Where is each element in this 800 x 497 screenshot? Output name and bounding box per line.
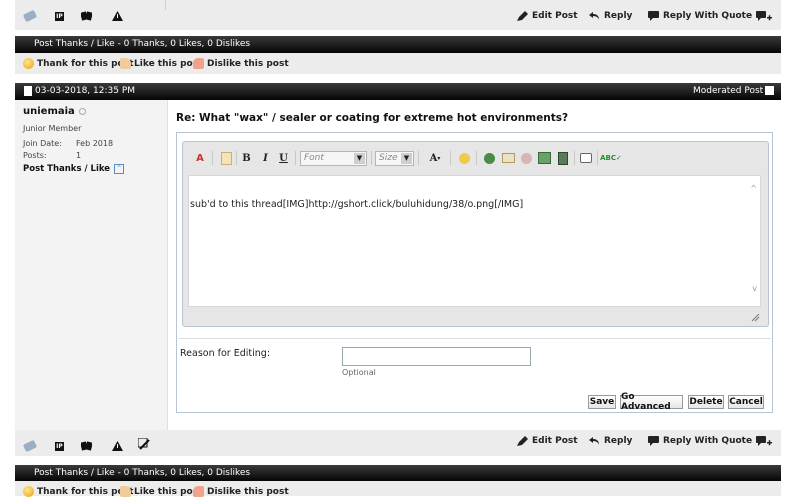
insert-email-icon[interactable] [500,150,516,166]
reply-with-quote-button[interactable]: Reply With Quote [648,436,752,446]
editor-content: sub'd to this thread[IMG]http://gshort.c… [190,199,524,210]
dislike-post-button-2[interactable]: Dislike this post [193,486,289,497]
user-thanks-link[interactable]: Post Thanks / Like ^ [23,164,125,174]
size-dropdown-arrow[interactable]: ▼ [401,153,412,164]
multi-quote-icon[interactable] [756,436,772,448]
pencil-icon [517,436,528,446]
thumbs-down-icon [193,486,204,497]
edit-post-label: Edit Post [532,11,578,21]
offline-status-icon [78,108,86,115]
bold-button[interactable]: B [240,150,253,166]
thanks-summary-text-2: Post Thanks / Like - 0 Thanks, 0 Likes, … [34,468,251,478]
resize-handle-icon[interactable] [751,313,760,322]
reply-arrow-icon [589,12,599,20]
reason-for-editing-input[interactable] [342,347,531,366]
post-title: Re: What "wax" / sealer or coating for e… [176,112,569,124]
thanks-summary-bar: Post Thanks / Like - 0 Thanks, 0 Likes, … [15,36,781,53]
posts-label: Posts: [23,151,47,160]
moderate-post-icon[interactable] [137,437,150,450]
insert-video-icon[interactable] [555,150,571,166]
top-reply-with-quote-button[interactable]: Reply With Quote [648,11,752,21]
thank-post-button-2[interactable]: Thank for this post [23,486,133,497]
reply-label: Reply [604,11,633,21]
post-time: 12:35 PM [93,86,136,96]
thank-post-button[interactable]: Thank for this post [23,58,133,69]
quote-bubble-icon [648,436,659,446]
like-post-button[interactable]: Like this post [120,58,202,69]
spellcheck-icon[interactable]: ABC✓ [600,150,622,166]
user-info-sidebar: uniemaia Junior Member Join Date: Feb 20… [15,100,168,430]
scroll-up-icon[interactable]: ^ [750,184,757,193]
post-date: 03-03-2018, 12:35 PM [35,86,136,96]
smilies-icon[interactable] [456,150,472,166]
multi-quote-icon[interactable] [756,11,772,23]
underline-button[interactable]: U [277,150,290,166]
thumbs-up-icon [120,486,131,497]
scroll-down-icon[interactable]: v [752,284,757,293]
expand-arrow-icon[interactable]: ^ [114,164,125,174]
text-color-button[interactable]: A ▾ [424,150,446,166]
reply-label: Reply [604,436,633,446]
username-link[interactable]: uniemaia [23,106,75,117]
pencil-icon [517,11,528,21]
warning-icon[interactable] [112,441,123,451]
like-post-button-2[interactable]: Like this post [120,486,202,497]
font-dropdown-arrow[interactable]: ▼ [354,153,365,164]
cards-icon[interactable] [80,441,93,451]
delete-button[interactable]: Delete [688,395,724,409]
top-reply-button[interactable]: Reply [589,11,632,21]
join-date-value: Feb 2018 [76,139,114,148]
thumbs-down-icon [193,58,204,69]
thank-smile-icon [23,58,34,69]
user-title: Junior Member [23,124,82,133]
reply-with-quote-label: Reply With Quote [663,11,753,21]
reply-with-quote-label: Reply With Quote [663,436,753,446]
post-header-bar: 03-03-2018, 12:35 PM Moderated Post [15,83,781,100]
insert-image-icon[interactable] [536,150,552,166]
top-edit-post-button[interactable]: Edit Post [517,11,578,21]
size-select[interactable]: Size ▼ [375,151,414,166]
join-date-label: Join Date: [23,139,62,148]
post-editor-textarea[interactable]: sub'd to this thread[IMG]http://gshort.c… [188,175,761,307]
quote-icon[interactable] [578,150,594,166]
paste-icon[interactable] [219,150,233,166]
edit-post-button[interactable]: Edit Post [517,436,578,446]
reason-for-editing-label: Reason for Editing: [180,348,271,359]
dislike-post-button[interactable]: Dislike this post [193,58,289,69]
remove-link-icon[interactable] [518,150,534,166]
thank-smile-icon [23,486,34,497]
posts-count: 1 [76,151,82,160]
reply-arrow-icon [589,437,599,445]
save-button[interactable]: Save [588,395,616,409]
warning-icon[interactable] [112,11,123,21]
insert-link-icon[interactable] [481,150,497,166]
optional-hint: Optional [342,368,376,377]
moderated-post-label: Moderated Post [693,86,764,96]
thanks-summary-text: Post Thanks / Like - 0 Thanks, 0 Likes, … [34,39,251,49]
remove-formatting-button[interactable]: A [193,150,207,166]
reply-button[interactable]: Reply [589,436,632,446]
edit-post-label: Edit Post [532,436,578,446]
thanks-summary-bar-2: Post Thanks / Like - 0 Thanks, 0 Likes, … [15,465,781,481]
ip-icon[interactable]: IP [55,12,64,21]
go-advanced-button[interactable]: Go Advanced [620,392,683,412]
cancel-button[interactable]: Cancel [728,395,764,409]
font-select[interactable]: Font ▼ [300,151,367,166]
ip-icon[interactable]: IP [55,442,64,451]
post-page-icon [24,86,32,96]
moderated-checkbox[interactable] [765,86,774,95]
quote-bubble-icon [648,11,659,21]
thumbs-up-icon [120,58,131,69]
italic-button[interactable]: I [259,150,272,166]
cards-icon[interactable] [80,11,93,21]
